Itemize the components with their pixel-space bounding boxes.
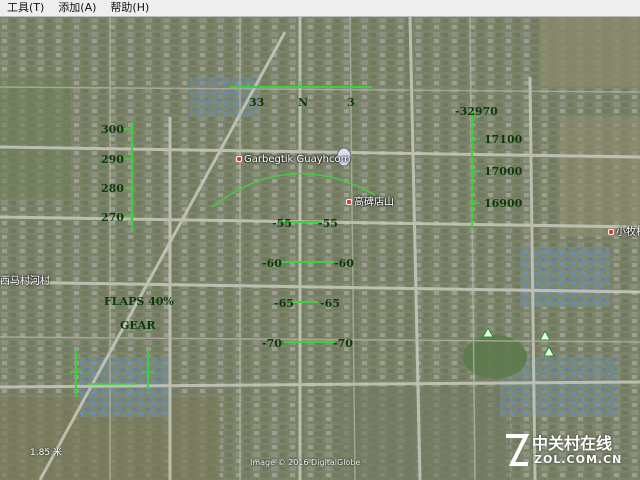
speed-300: 300: [101, 123, 124, 136]
altitude-16900: 16900: [484, 197, 523, 210]
pitch-left-60: -60: [262, 257, 282, 270]
imagery-attribution: Image © 2016 DigitalGlobe: [250, 458, 361, 467]
heading-north: N: [298, 96, 308, 109]
heading-right: 3: [347, 96, 355, 109]
speed-290: 290: [101, 153, 124, 166]
pin-icon: [346, 199, 352, 205]
watermark-cn: 中关村在线: [532, 434, 613, 453]
place-label-b[interactable]: 高碑店山: [346, 193, 394, 208]
altitude-17000: 17000: [484, 165, 523, 178]
place-label-d[interactable]: 小牧村: [608, 223, 640, 238]
altitude-readout: -32970: [455, 105, 498, 118]
altitude-status: 1.85 米: [30, 448, 62, 458]
hud-overlay: 33 N 3 300 290 280 270 -32970 17100 1700…: [70, 81, 555, 397]
pitch-ladder: -55 -55 -60 -60 -65 -65 -70 -70: [262, 217, 354, 350]
map-viewport[interactable]: 33 N 3 300 290 280 270 -32970 17100 1700…: [0, 17, 640, 480]
speed-270: 270: [101, 211, 124, 224]
zol-logo-icon: [506, 434, 530, 466]
tree-marker-icon[interactable]: [539, 329, 551, 341]
place-label-c[interactable]: 西马村河村: [0, 272, 50, 287]
flight-simulator-window: 工具(T) 添加(A) 帮助(H) 33 N 3 300 290 280 270…: [0, 0, 640, 480]
place-label-a[interactable]: Garbegtik Guayhcom: [236, 154, 350, 165]
menu-bar: 工具(T) 添加(A) 帮助(H): [0, 0, 640, 17]
altitude-17100: 17100: [484, 133, 523, 146]
pitch-right-60: -60: [334, 257, 354, 270]
speed-280: 280: [101, 182, 124, 195]
flaps-indicator: FLAPS 40%: [104, 295, 174, 308]
watermark-en: ZOL.COM.CN: [534, 453, 623, 466]
pin-icon: [608, 229, 614, 235]
pitch-left-55: -55: [272, 217, 292, 230]
menu-tools[interactable]: 工具(T): [0, 0, 51, 16]
tree-marker-icon[interactable]: [543, 345, 555, 357]
watermark: 中关村在线 ZOL.COM.CN: [502, 430, 634, 474]
gear-indicator: GEAR: [120, 319, 156, 332]
pitch-right-65: -65: [320, 297, 340, 310]
heading-left: 33: [249, 96, 264, 109]
menu-help[interactable]: 帮助(H): [103, 0, 156, 16]
pin-icon: [236, 156, 242, 162]
g-meter-bracket: [70, 349, 154, 397]
pitch-right-55: -55: [318, 217, 338, 230]
tree-marker-icon[interactable]: [482, 326, 494, 338]
menu-add[interactable]: 添加(A): [51, 0, 103, 16]
pitch-left-65: -65: [274, 297, 294, 310]
pitch-right-70: -70: [333, 337, 353, 350]
pitch-left-70: -70: [262, 337, 282, 350]
